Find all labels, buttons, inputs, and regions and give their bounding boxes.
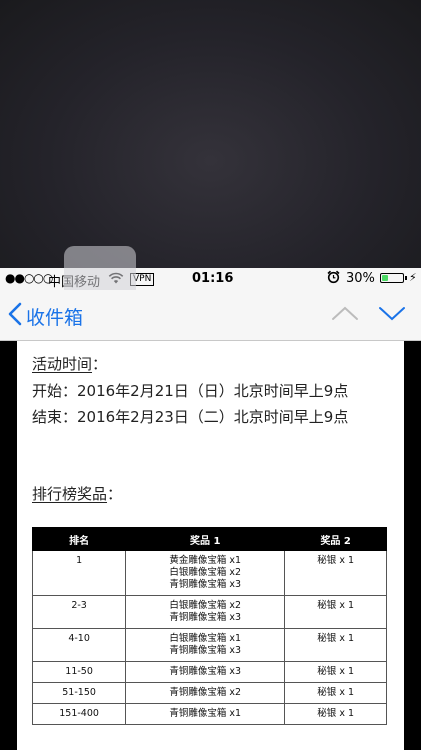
clock: 01:16: [192, 271, 234, 286]
prize-2-cell: 秘银 x 1: [284, 661, 387, 683]
rank-cell: 1: [31, 550, 127, 596]
rank-prizes-heading: 排行榜奖品: [32, 485, 108, 503]
column-header-prize-1: 奖品 1: [125, 527, 286, 551]
rank-cell: 51-150: [31, 682, 127, 704]
rank-prizes-heading-line: 排行榜奖品：: [32, 483, 122, 504]
previous-message-button[interactable]: [331, 304, 359, 326]
table-row: 1 黄金雕像宝箱 x1 白银雕像宝箱 x2 青铜雕像宝箱 x3 秘银 x 1: [31, 550, 387, 596]
left-margin: [0, 341, 17, 750]
battery-icon: [380, 273, 404, 283]
prize-item: 白银雕像宝箱 x2: [169, 567, 242, 578]
prize-item: 青铜雕像宝箱 x3: [169, 579, 242, 590]
battery-cap: [405, 276, 407, 280]
rank-cell: 151-400: [31, 703, 127, 725]
column-header-prize-2: 奖品 2: [284, 527, 387, 551]
prize-item: 青铜雕像宝箱 x3: [169, 645, 242, 656]
alarm-icon: [327, 270, 340, 288]
table-row: 4-10 白银雕像宝箱 x1 青铜雕像宝箱 x3 秘银 x 1: [31, 628, 387, 662]
prize-2-cell: 秘银 x 1: [284, 703, 387, 725]
prize-2-cell: 秘银 x 1: [284, 628, 387, 662]
prize-item: 青铜雕像宝箱 x2: [169, 687, 242, 698]
end-time: 结束：2016年2月23日（二）北京时间早上9点: [32, 408, 349, 426]
leaderboard-prize-table: 排名 奖品 1 奖品 2 1 黄金雕像宝箱 x1 白银雕像宝箱 x2 青铜雕像宝箱 x…: [31, 527, 387, 725]
start-time: 开始：2016年2月21日（日）北京时间早上9点: [32, 382, 349, 400]
prize-item: 青铜雕像宝箱 x1: [169, 708, 242, 719]
prize-1-cell: 青铜雕像宝箱 x2: [125, 682, 286, 704]
chevron-down-icon: [378, 307, 406, 326]
heading-colon: ：: [92, 355, 108, 373]
battery-percent: 30%: [346, 271, 375, 286]
right-margin: [404, 341, 421, 750]
signal-strength-icon: ●●○○○: [5, 271, 53, 285]
charging-icon: ⚡: [409, 271, 417, 284]
table-header-row: 排名 奖品 1 奖品 2: [31, 527, 387, 551]
column-header-rank: 排名: [31, 527, 127, 551]
email-body[interactable]: 活动时间： 开始：2016年2月21日（日）北京时间早上9点 结束：2016年2…: [17, 341, 404, 750]
prize-1-cell: 黄金雕像宝箱 x1 白银雕像宝箱 x2 青铜雕像宝箱 x3: [125, 550, 286, 596]
battery-level: [382, 275, 388, 281]
background-dim-area: [0, 0, 421, 268]
rank-cell: 11-50: [31, 661, 127, 683]
navigation-bar: 收件箱: [0, 290, 421, 341]
back-to-inbox-button[interactable]: 收件箱: [8, 302, 83, 330]
table-row: 151-400 青铜雕像宝箱 x1 秘银 x 1: [31, 703, 387, 725]
prize-1-cell: 白银雕像宝箱 x1 青铜雕像宝箱 x3: [125, 628, 286, 662]
table-row: 2-3 白银雕像宝箱 x2 青铜雕像宝箱 x3 秘银 x 1: [31, 595, 387, 629]
prize-item: 青铜雕像宝箱 x3: [169, 666, 242, 677]
activity-time-heading: 活动时间: [32, 355, 93, 373]
chevron-left-icon: [8, 302, 22, 330]
prize-2-cell: 秘银 x 1: [284, 595, 387, 629]
prize-2-cell: 秘银 x 1: [284, 550, 387, 596]
back-label: 收件箱: [26, 306, 84, 329]
table-row: 11-50 青铜雕像宝箱 x3 秘银 x 1: [31, 661, 387, 683]
chevron-up-icon: [331, 306, 359, 326]
prize-1-cell: 青铜雕像宝箱 x1: [125, 703, 286, 725]
prize-item: 白银雕像宝箱 x1: [169, 633, 242, 644]
heading-colon: ：: [107, 485, 123, 503]
prize-item: 青铜雕像宝箱 x3: [169, 612, 242, 623]
rank-cell: 4-10: [31, 628, 127, 662]
next-message-button[interactable]: [378, 304, 406, 326]
table-row: 51-150 青铜雕像宝箱 x2 秘银 x 1: [31, 682, 387, 704]
rank-cell: 2-3: [31, 595, 127, 629]
prize-1-cell: 白银雕像宝箱 x2 青铜雕像宝箱 x3: [125, 595, 286, 629]
prize-2-cell: 秘银 x 1: [284, 682, 387, 704]
prize-1-cell: 青铜雕像宝箱 x3: [125, 661, 286, 683]
activity-time-heading-line: 活动时间：: [32, 353, 107, 374]
prize-item: 黄金雕像宝箱 x1: [169, 555, 242, 566]
prize-item: 白银雕像宝箱 x2: [169, 600, 242, 611]
